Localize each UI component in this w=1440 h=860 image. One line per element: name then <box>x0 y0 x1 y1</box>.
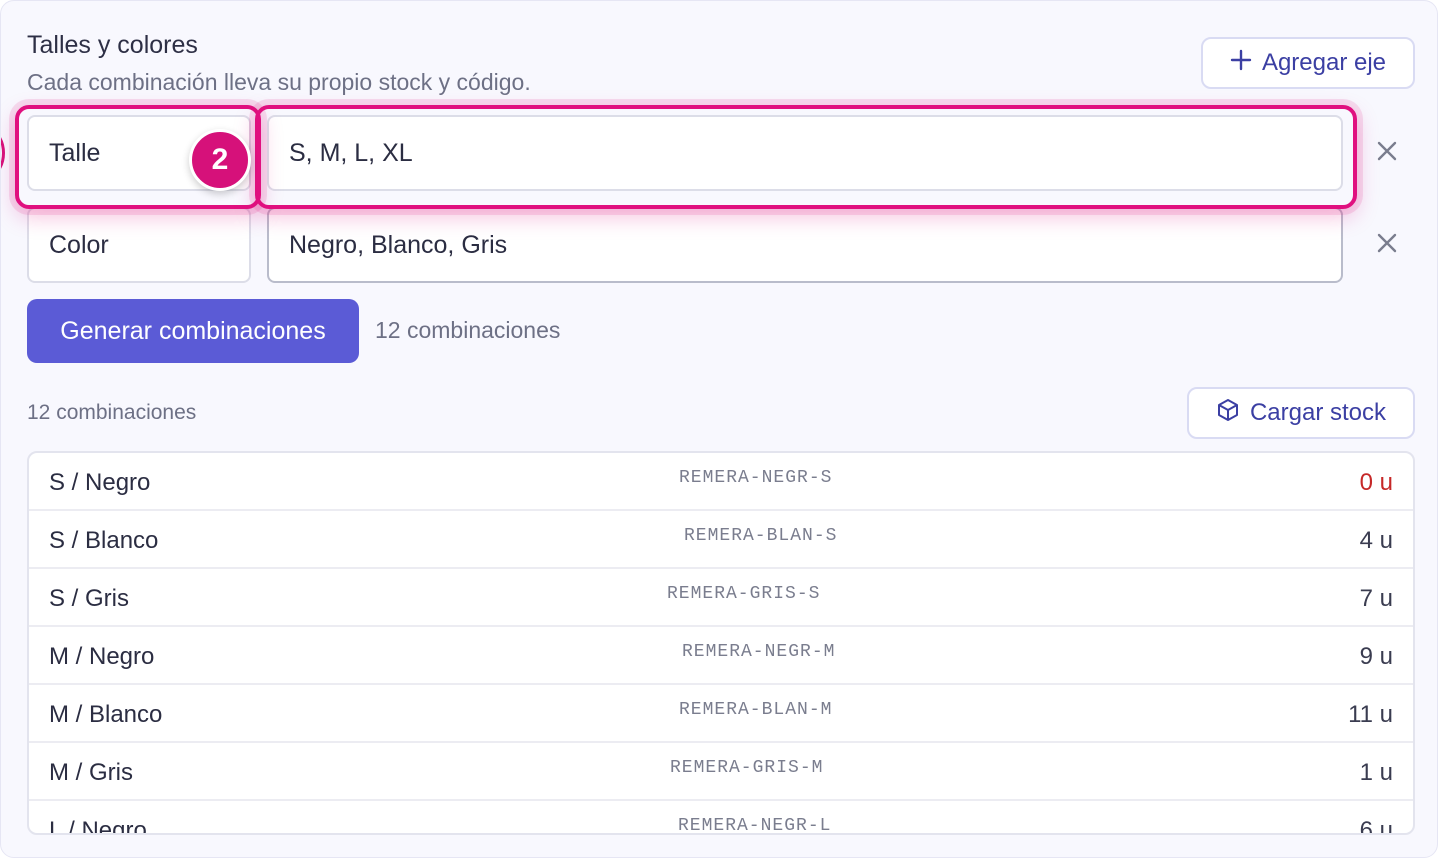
combination-name: M / Gris <box>49 759 133 786</box>
step-marker: 2 <box>189 129 251 191</box>
table-row[interactable]: M / Blanco REMERA-BLAN-M 11 u <box>29 685 1413 743</box>
combination-stock: 6 u <box>1359 817 1393 835</box>
combination-name: M / Negro <box>49 643 155 670</box>
combination-sku: REMERA-NEGR-S <box>679 468 833 488</box>
add-axis-button[interactable]: Agregar eje <box>1201 37 1415 89</box>
combination-stock: 7 u <box>1359 585 1393 612</box>
combination-sku: REMERA-NEGR-M <box>682 642 836 662</box>
step-marker-partial <box>1 131 5 175</box>
load-stock-button[interactable]: Cargar stock <box>1187 387 1415 439</box>
combination-name: M / Blanco <box>49 701 163 728</box>
combination-sku: REMERA-GRIS-S <box>667 584 821 604</box>
combination-stock: 1 u <box>1359 759 1393 786</box>
combination-stock: 11 u <box>1348 701 1393 728</box>
close-icon <box>1376 140 1398 167</box>
variants-panel: Talles y colores Cada combinación lleva … <box>0 0 1438 858</box>
combination-stock: 4 u <box>1359 527 1393 554</box>
remove-axis-color-button[interactable] <box>1367 225 1407 265</box>
combinations-table: S / Negro REMERA-NEGR-S 0 u S / Blanco R… <box>27 451 1415 835</box>
remove-axis-talle-button[interactable] <box>1367 133 1407 173</box>
table-row[interactable]: S / Negro REMERA-NEGR-S 0 u <box>29 453 1413 511</box>
combination-name: S / Gris <box>49 585 130 612</box>
combination-name: S / Blanco <box>49 527 159 554</box>
load-stock-label: Cargar stock <box>1249 399 1387 426</box>
combinations-count: 12 combinaciones <box>375 317 561 343</box>
box-icon <box>1216 398 1240 429</box>
combination-name: L / Negro <box>49 817 147 835</box>
table-row[interactable]: S / Blanco REMERA-BLAN-S 4 u <box>29 511 1413 569</box>
combination-stock: 9 u <box>1359 643 1393 670</box>
combination-sku: REMERA-BLAN-S <box>684 526 838 546</box>
table-row[interactable]: L / Negro REMERA-NEGR-L 6 u <box>29 801 1413 835</box>
table-row[interactable]: M / Gris REMERA-GRIS-M 1 u <box>29 743 1413 801</box>
combination-name: S / Negro <box>49 469 151 496</box>
close-icon <box>1376 232 1398 259</box>
add-axis-label: Agregar eje <box>1261 49 1387 76</box>
section-subtitle: Cada combinación lleva su propio stock y… <box>27 69 531 95</box>
combination-sku: REMERA-GRIS-M <box>670 758 824 778</box>
section-title: Talles y colores <box>27 31 198 59</box>
axis-name-input-color[interactable]: Color <box>27 207 251 283</box>
plus-icon <box>1230 49 1252 78</box>
combination-sku: REMERA-NEGR-L <box>678 816 832 835</box>
generate-combinations-button[interactable]: Generar combinaciones <box>27 299 359 363</box>
table-row[interactable]: S / Gris REMERA-GRIS-S 7 u <box>29 569 1413 627</box>
combination-sku: REMERA-BLAN-M <box>679 700 833 720</box>
axis-values-input-talle[interactable]: S, M, L, XL <box>267 115 1343 191</box>
combination-stock: 0 u <box>1359 469 1393 496</box>
axis-values-input-color[interactable]: Negro, Blanco, Gris <box>267 207 1343 283</box>
list-count-label: 12 combinaciones <box>27 401 197 424</box>
table-row[interactable]: M / Negro REMERA-NEGR-M 9 u <box>29 627 1413 685</box>
